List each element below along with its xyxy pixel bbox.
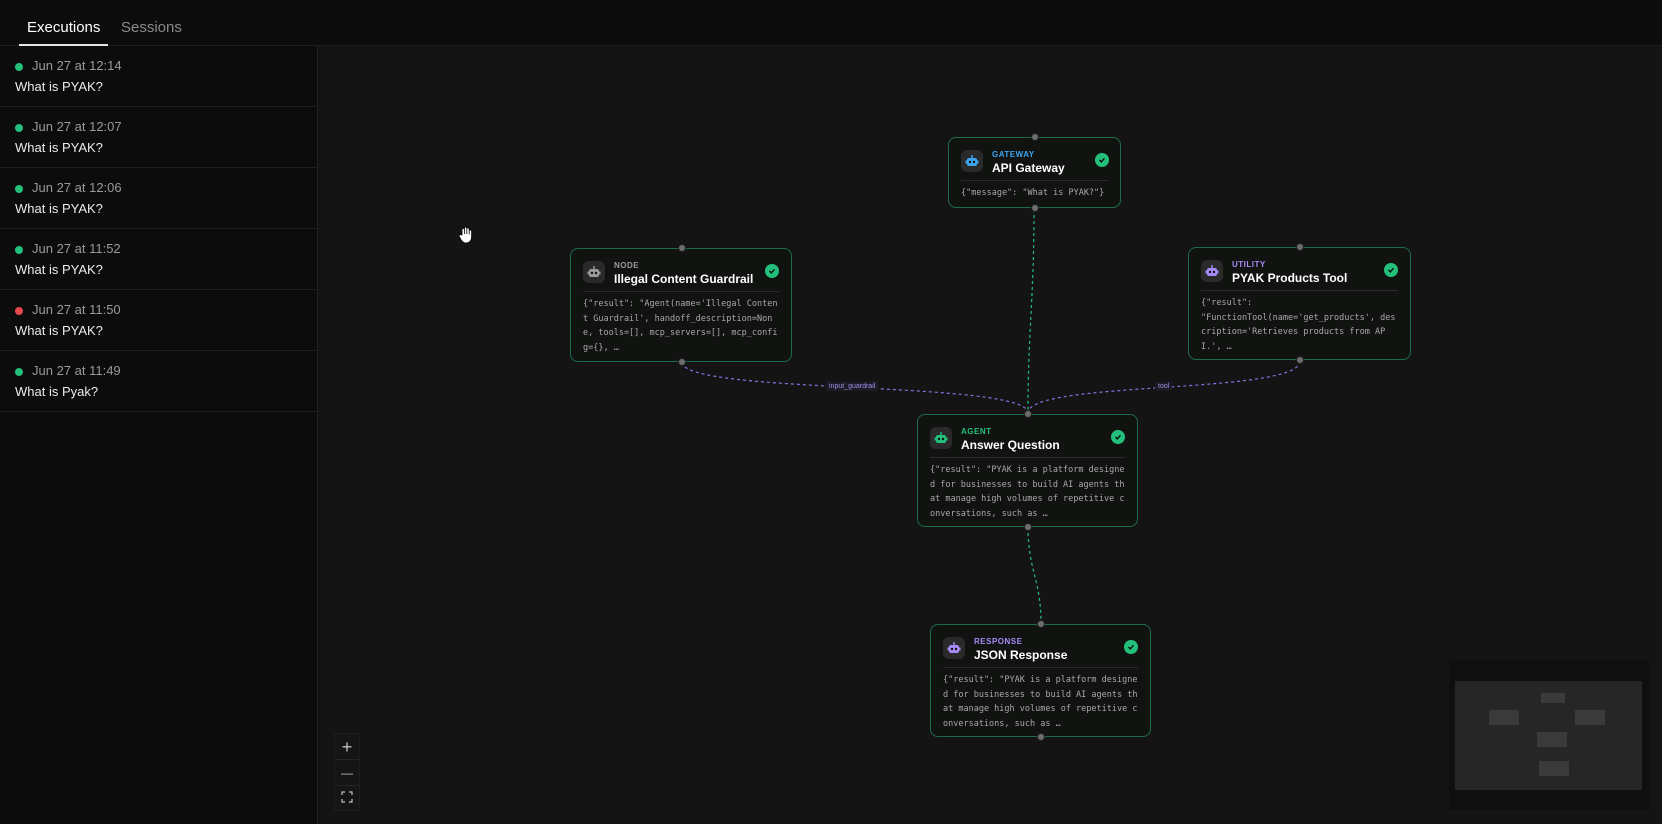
node-title: Answer Question <box>961 438 1060 452</box>
node-title: JSON Response <box>974 648 1068 662</box>
check-circle-icon <box>765 264 779 278</box>
node-title: PYAK Products Tool <box>1232 271 1348 285</box>
robot-icon <box>943 637 965 659</box>
execution-title: What is PYAK? <box>15 262 103 277</box>
execution-title: What is PYAK? <box>15 140 103 155</box>
execution-item[interactable]: Jun 27 at 11:50 What is PYAK? <box>0 290 317 351</box>
check-circle-icon <box>1124 640 1138 654</box>
node-handle-top[interactable] <box>1037 620 1045 628</box>
robot-icon <box>930 427 952 449</box>
minimap[interactable] <box>1449 660 1649 810</box>
node-handle-bottom[interactable] <box>1031 204 1039 212</box>
node-title: Illegal Content Guardrail <box>614 272 754 286</box>
execution-item[interactable]: Jun 27 at 11:52 What is PYAK? <box>0 229 317 290</box>
node-title: API Gateway <box>992 161 1065 175</box>
execution-title: What is PYAK? <box>15 201 103 216</box>
node-handle-top[interactable] <box>1296 243 1304 251</box>
status-dot-error <box>15 307 23 315</box>
node-divider <box>930 457 1125 458</box>
node-divider <box>1201 290 1398 291</box>
plus-icon: + <box>341 736 353 757</box>
execution-title: What is Pyak? <box>15 384 99 399</box>
node-type-label: AGENT <box>961 427 992 436</box>
node-output: {"result": "PYAK is a platform designed … <box>930 465 1125 519</box>
top-tab-bar: Executions Sessions <box>0 0 1662 46</box>
node-handle-top[interactable] <box>1031 133 1039 141</box>
tab-executions[interactable]: Executions <box>18 0 109 46</box>
tab-sessions[interactable]: Sessions <box>121 0 182 46</box>
node-output: {"result": "FunctionTool(name='get_produ… <box>1201 298 1396 352</box>
edge-label-tool: tool <box>1155 382 1173 391</box>
node-type-label: UTILITY <box>1232 260 1266 269</box>
node-handle-bottom[interactable] <box>1037 733 1045 741</box>
minimap-node <box>1541 693 1565 703</box>
node-output: {"result": "PYAK is a platform designed … <box>943 675 1138 729</box>
node-type-label: NODE <box>614 261 640 270</box>
execution-title: What is PYAK? <box>15 79 103 94</box>
node-illegal-content-guardrail[interactable]: NODE Illegal Content Guardrail {"result"… <box>570 244 792 366</box>
zoom-in-button[interactable]: + <box>335 734 359 760</box>
execution-item[interactable]: Jun 27 at 11:49 What is Pyak? <box>0 351 317 412</box>
execution-title: What is PYAK? <box>15 323 103 338</box>
node-divider <box>961 180 1108 181</box>
minimap-node <box>1489 710 1519 725</box>
zoom-out-button[interactable]: — <box>335 760 359 786</box>
status-dot <box>15 124 23 132</box>
execution-time: Jun 27 at 11:49 <box>32 363 121 378</box>
check-circle-icon <box>1384 263 1398 277</box>
executions-sidebar: Jun 27 at 12:14 What is PYAK? Jun 27 at … <box>0 46 318 824</box>
node-json-response[interactable]: RESPONSE JSON Response {"result": "PYAK … <box>930 620 1151 741</box>
app: Executions Sessions Jun 27 at 12:14 What… <box>0 0 1662 824</box>
execution-time: Jun 27 at 11:52 <box>32 241 121 256</box>
node-handle-top[interactable] <box>678 244 686 252</box>
node-divider <box>583 291 779 292</box>
status-dot <box>15 185 23 193</box>
execution-time: Jun 27 at 12:07 <box>32 119 122 134</box>
check-circle-icon <box>1095 153 1109 167</box>
minimap-node <box>1537 732 1567 747</box>
node-handle-bottom[interactable] <box>678 358 686 366</box>
fit-view-icon <box>341 790 353 808</box>
robot-icon <box>1201 260 1223 282</box>
node-type-label: RESPONSE <box>974 637 1023 646</box>
status-dot <box>15 368 23 376</box>
edge-label-input-guardrail: input_guardrail <box>826 382 879 391</box>
minimap-node <box>1539 761 1569 776</box>
node-handle-bottom[interactable] <box>1024 523 1032 531</box>
node-output: {"message": "What is PYAK?"} <box>961 188 1105 198</box>
node-handle-top[interactable] <box>1024 410 1032 418</box>
node-api-gateway[interactable]: GATEWAY API Gateway {"message": "What is… <box>948 133 1121 212</box>
node-pyak-products-tool[interactable]: UTILITY PYAK Products Tool {"result": "F… <box>1188 243 1411 364</box>
execution-time: Jun 27 at 12:14 <box>32 58 122 73</box>
hand-cursor-icon <box>458 226 474 249</box>
zoom-controls: + — <box>334 733 360 811</box>
status-dot <box>15 63 23 71</box>
node-type-label: GATEWAY <box>992 150 1035 159</box>
execution-time: Jun 27 at 12:06 <box>32 180 122 195</box>
execution-item[interactable]: Jun 27 at 12:07 What is PYAK? <box>0 107 317 168</box>
execution-time: Jun 27 at 11:50 <box>32 302 121 317</box>
check-circle-icon <box>1111 430 1125 444</box>
minus-icon: — <box>341 765 353 780</box>
node-divider <box>943 667 1138 668</box>
node-handle-bottom[interactable] <box>1296 356 1304 364</box>
execution-item[interactable]: Jun 27 at 12:06 What is PYAK? <box>0 168 317 229</box>
robot-icon <box>583 261 605 283</box>
fit-view-button[interactable] <box>335 786 359 812</box>
robot-icon <box>961 150 983 172</box>
execution-item[interactable]: Jun 27 at 12:14 What is PYAK? <box>0 46 317 107</box>
status-dot <box>15 246 23 254</box>
node-answer-question[interactable]: AGENT Answer Question {"result": "PYAK i… <box>917 410 1138 531</box>
node-output: {"result": "Agent(name='Illegal Content … <box>583 299 778 353</box>
minimap-node <box>1575 710 1605 725</box>
